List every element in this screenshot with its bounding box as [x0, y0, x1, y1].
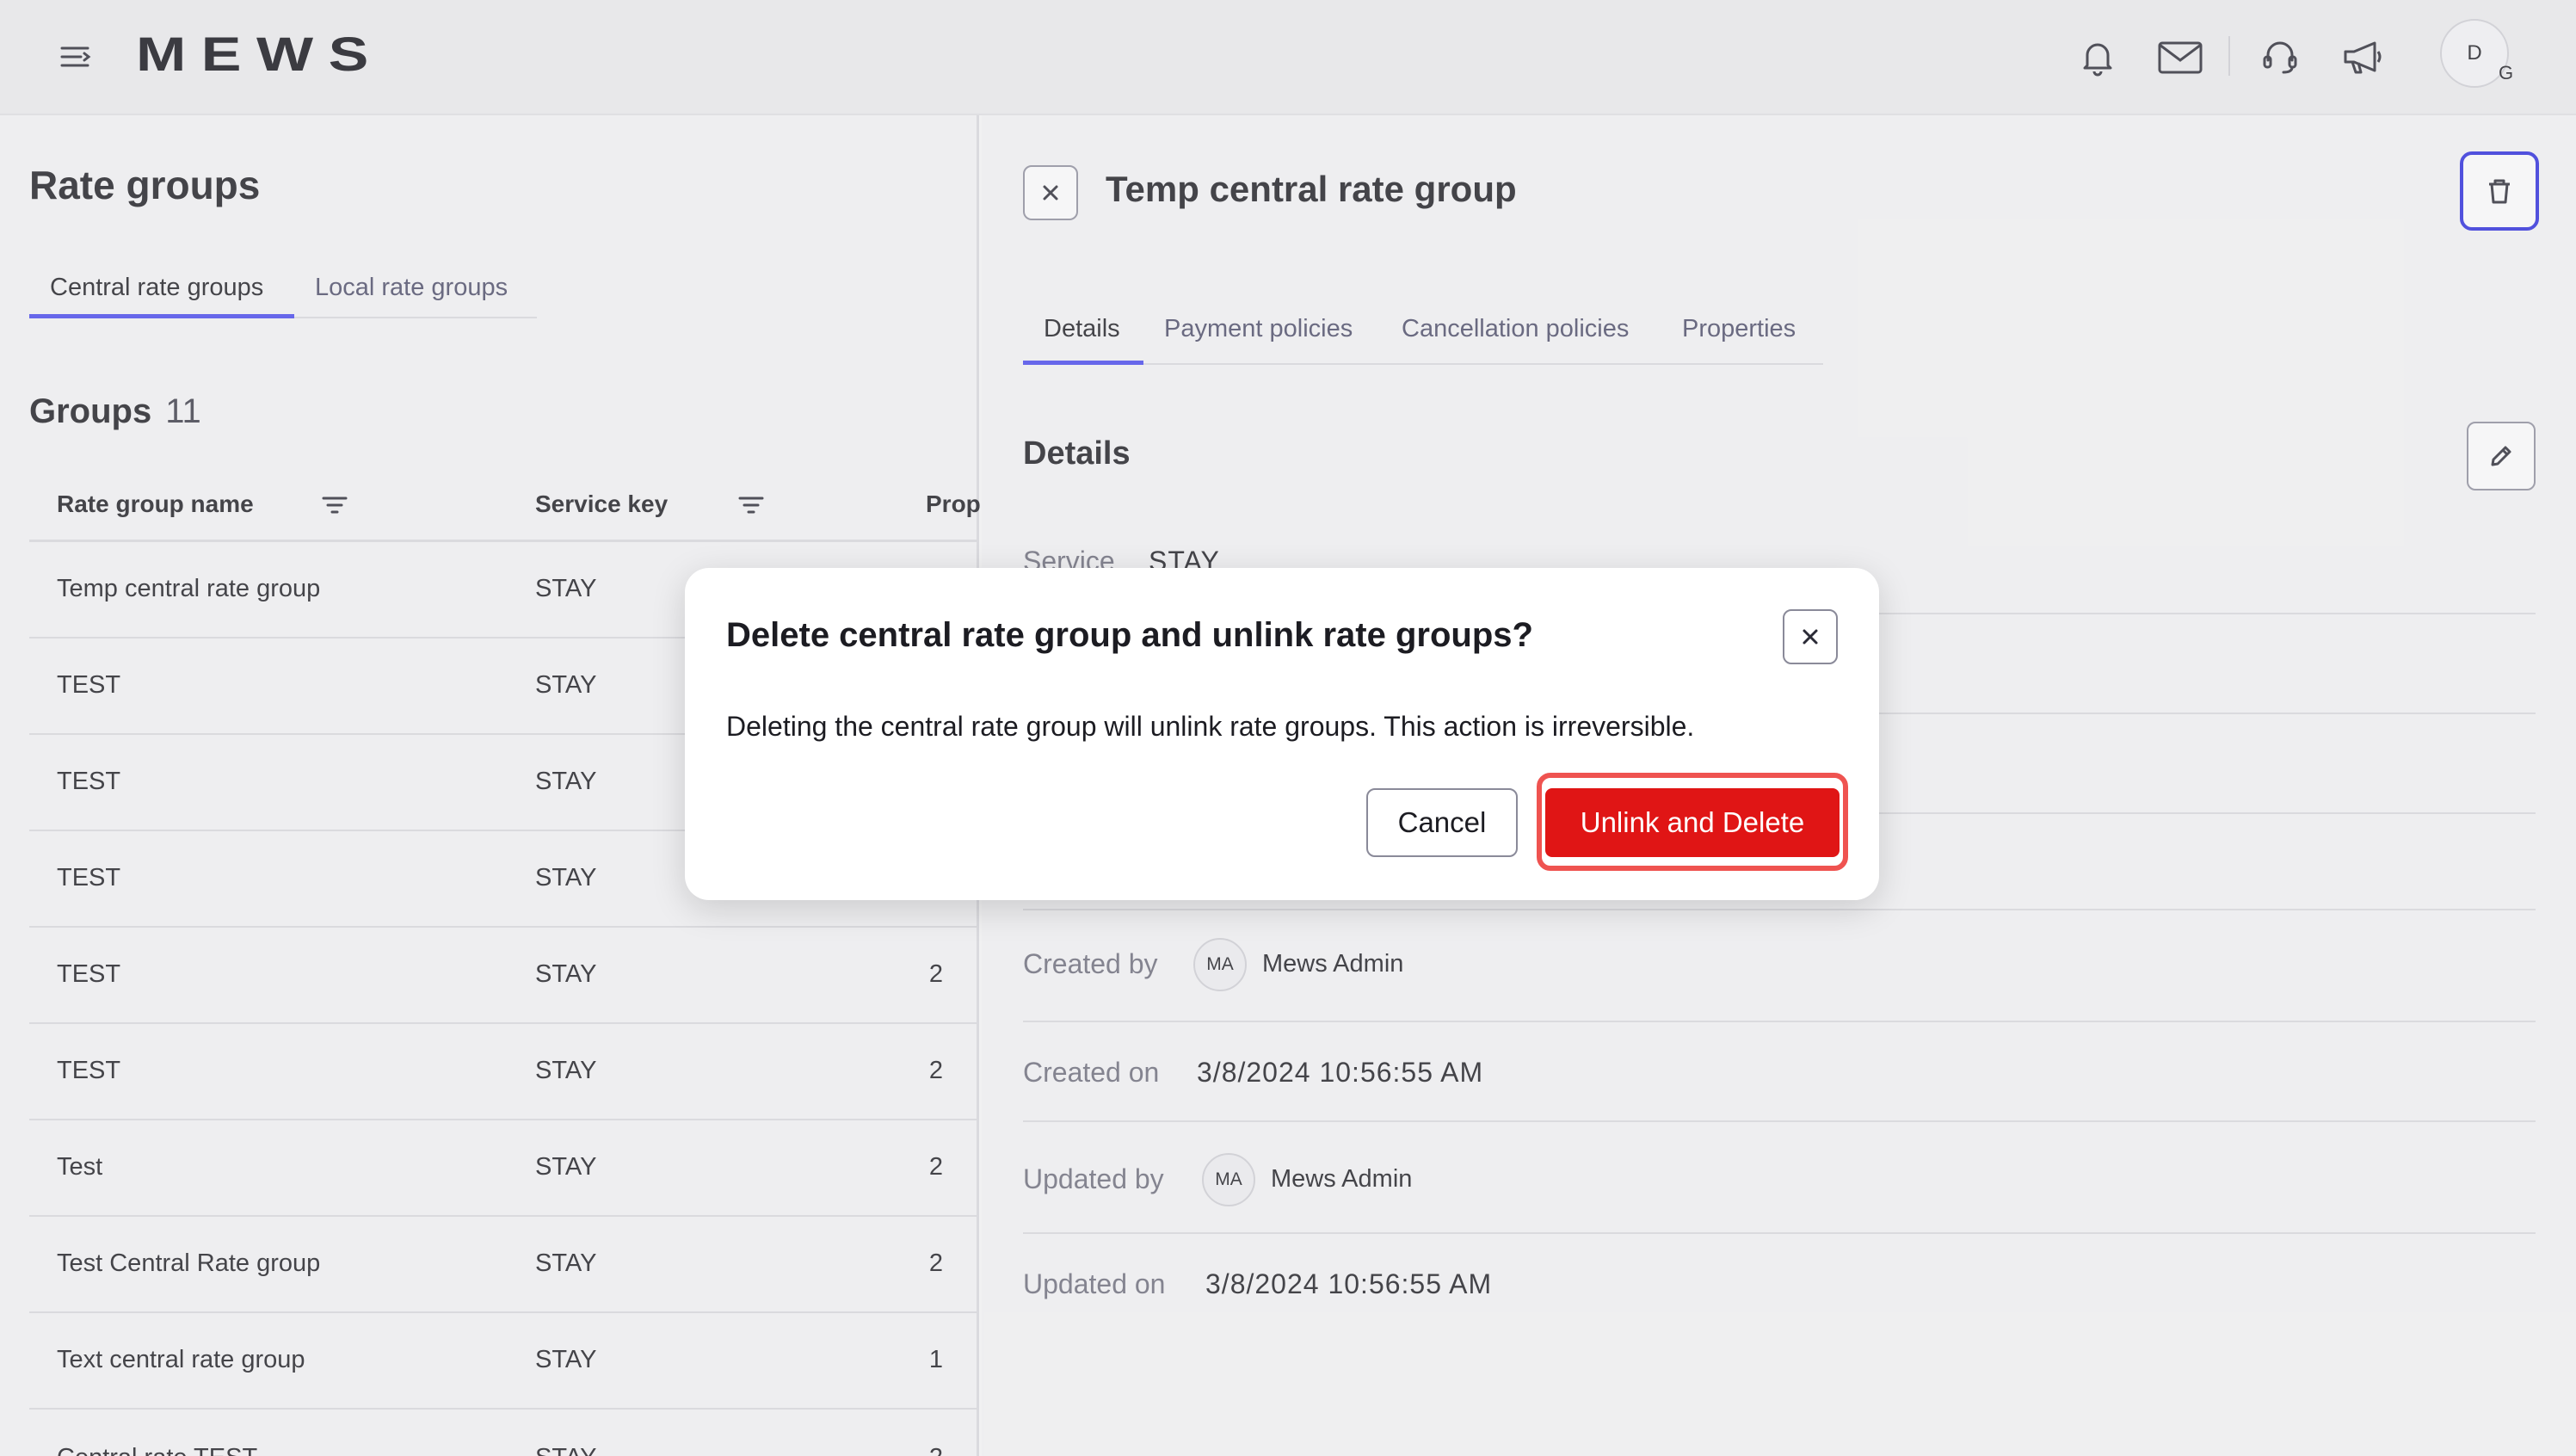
cancel-button[interactable]: Cancel — [1366, 788, 1518, 857]
dialog-title: Delete central rate group and unlink rat… — [726, 616, 1533, 654]
close-icon — [1803, 629, 1818, 645]
dialog-message: Deleting the central rate group will unl… — [726, 711, 1695, 742]
unlink-and-delete-button[interactable]: Unlink and Delete — [1545, 788, 1840, 857]
dialog-close-button[interactable] — [1783, 609, 1838, 664]
delete-confirm-dialog: Delete central rate group and unlink rat… — [685, 568, 1879, 900]
